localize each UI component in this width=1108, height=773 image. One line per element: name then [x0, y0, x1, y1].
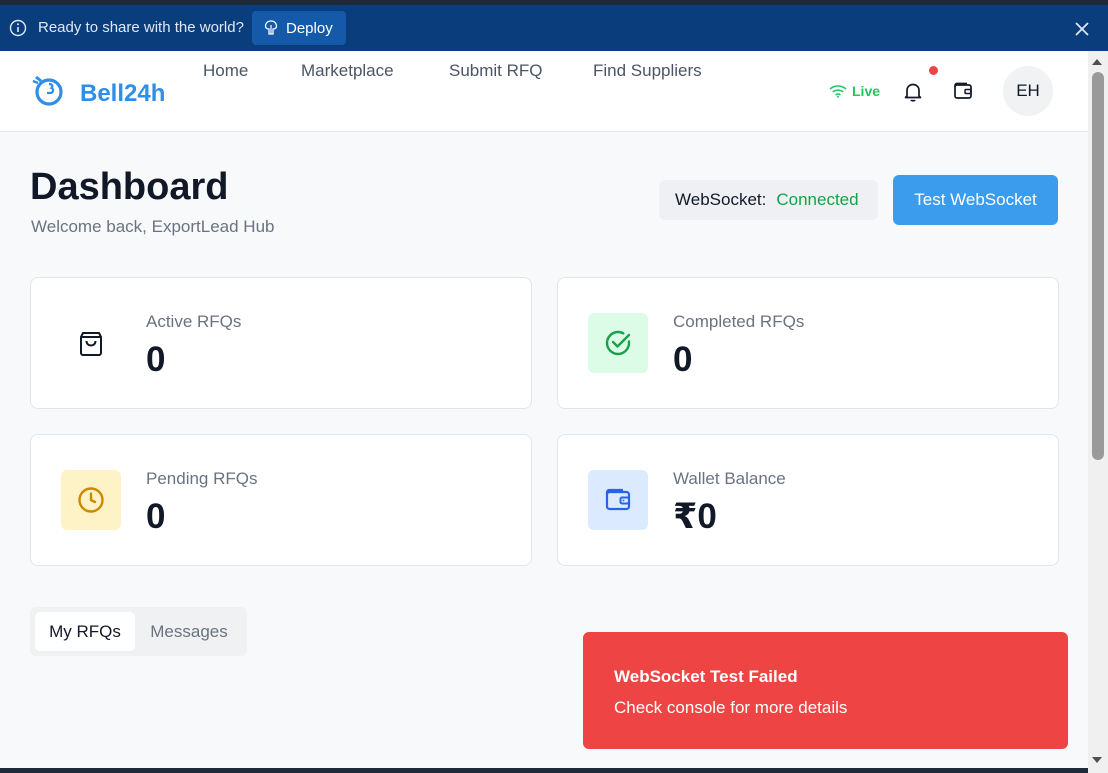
window-bottom-strip [0, 768, 1088, 773]
bell-icon[interactable] [902, 81, 924, 103]
stat-card-wallet-balance: Wallet Balance ₹0 [557, 434, 1059, 566]
toast-description: Check console for more details [614, 698, 848, 717]
scrollbar-thumb[interactable] [1092, 72, 1104, 460]
live-indicator: Live [829, 83, 880, 99]
scroll-down-arrow-icon[interactable] [1091, 755, 1103, 765]
stat-value: ₹0 [673, 497, 717, 536]
nav-link-marketplace[interactable]: Marketplace [301, 61, 394, 81]
deploy-banner: Ready to share with the world? Deploy [0, 5, 1108, 51]
stat-value: 0 [673, 340, 693, 379]
wallet-icon[interactable] [952, 80, 974, 102]
app-window: Ready to share with the world? Deploy Be… [0, 0, 1108, 773]
tab-my-rfqs[interactable]: My RFQs [35, 612, 135, 651]
avatar[interactable]: EH [1003, 66, 1053, 116]
deploy-icon [264, 20, 278, 35]
shopping-bag-icon [80, 332, 102, 356]
close-icon[interactable] [1074, 21, 1090, 37]
stat-label: Pending RFQs [146, 469, 258, 488]
top-navbar: Bell24h Home Marketplace Submit RFQ Find… [0, 51, 1088, 132]
deploy-button[interactable]: Deploy [252, 11, 346, 45]
nav-link-find-suppliers[interactable]: Find Suppliers [593, 61, 702, 81]
check-circle-icon [605, 330, 631, 356]
page-title: Dashboard [30, 166, 229, 208]
rfq-tabs: My RFQs Messages [30, 607, 247, 656]
websocket-status-value: Connected [776, 190, 859, 209]
nav-link-home[interactable]: Home [203, 61, 248, 81]
notification-dot [929, 66, 938, 75]
active-rfqs-icon-box [61, 313, 121, 373]
wifi-icon [829, 85, 847, 98]
banner-text: Ready to share with the world? [38, 19, 244, 36]
toast-title: WebSocket Test Failed [614, 667, 798, 686]
nav-link-submit-rfq[interactable]: Submit RFQ [449, 61, 543, 81]
welcome-text: Welcome back, ExportLead Hub [31, 217, 275, 236]
live-label: Live [852, 83, 881, 99]
error-toast[interactable]: WebSocket Test Failed Check console for … [583, 632, 1068, 749]
stat-value: 0 [146, 340, 166, 379]
stat-value: 0 [146, 497, 166, 536]
stat-label: Completed RFQs [673, 312, 805, 331]
pending-rfqs-icon-box [61, 470, 121, 530]
stat-card-completed-rfqs: Completed RFQs 0 [557, 277, 1059, 409]
stat-label: Active RFQs [146, 312, 242, 331]
brand-name[interactable]: Bell24h [80, 80, 165, 108]
websocket-status-badge: WebSocket: Connected [659, 180, 878, 220]
stat-card-pending-rfqs: Pending RFQs 0 [30, 434, 532, 566]
stat-label: Wallet Balance [673, 469, 786, 488]
tab-messages[interactable]: Messages [138, 612, 240, 651]
websocket-label: WebSocket: [675, 190, 767, 209]
deploy-label: Deploy [286, 19, 333, 37]
completed-rfqs-icon-box [588, 313, 648, 373]
scroll-up-arrow-icon[interactable] [1091, 57, 1103, 67]
avatar-initials: EH [1016, 81, 1040, 100]
wallet-balance-icon-box [588, 470, 648, 530]
test-websocket-button[interactable]: Test WebSocket [893, 175, 1058, 225]
clock-icon [78, 487, 104, 513]
bell-logo-icon[interactable] [30, 71, 66, 107]
wallet-icon [605, 488, 631, 511]
info-icon [9, 19, 27, 37]
stat-card-active-rfqs: Active RFQs 0 [30, 277, 532, 409]
